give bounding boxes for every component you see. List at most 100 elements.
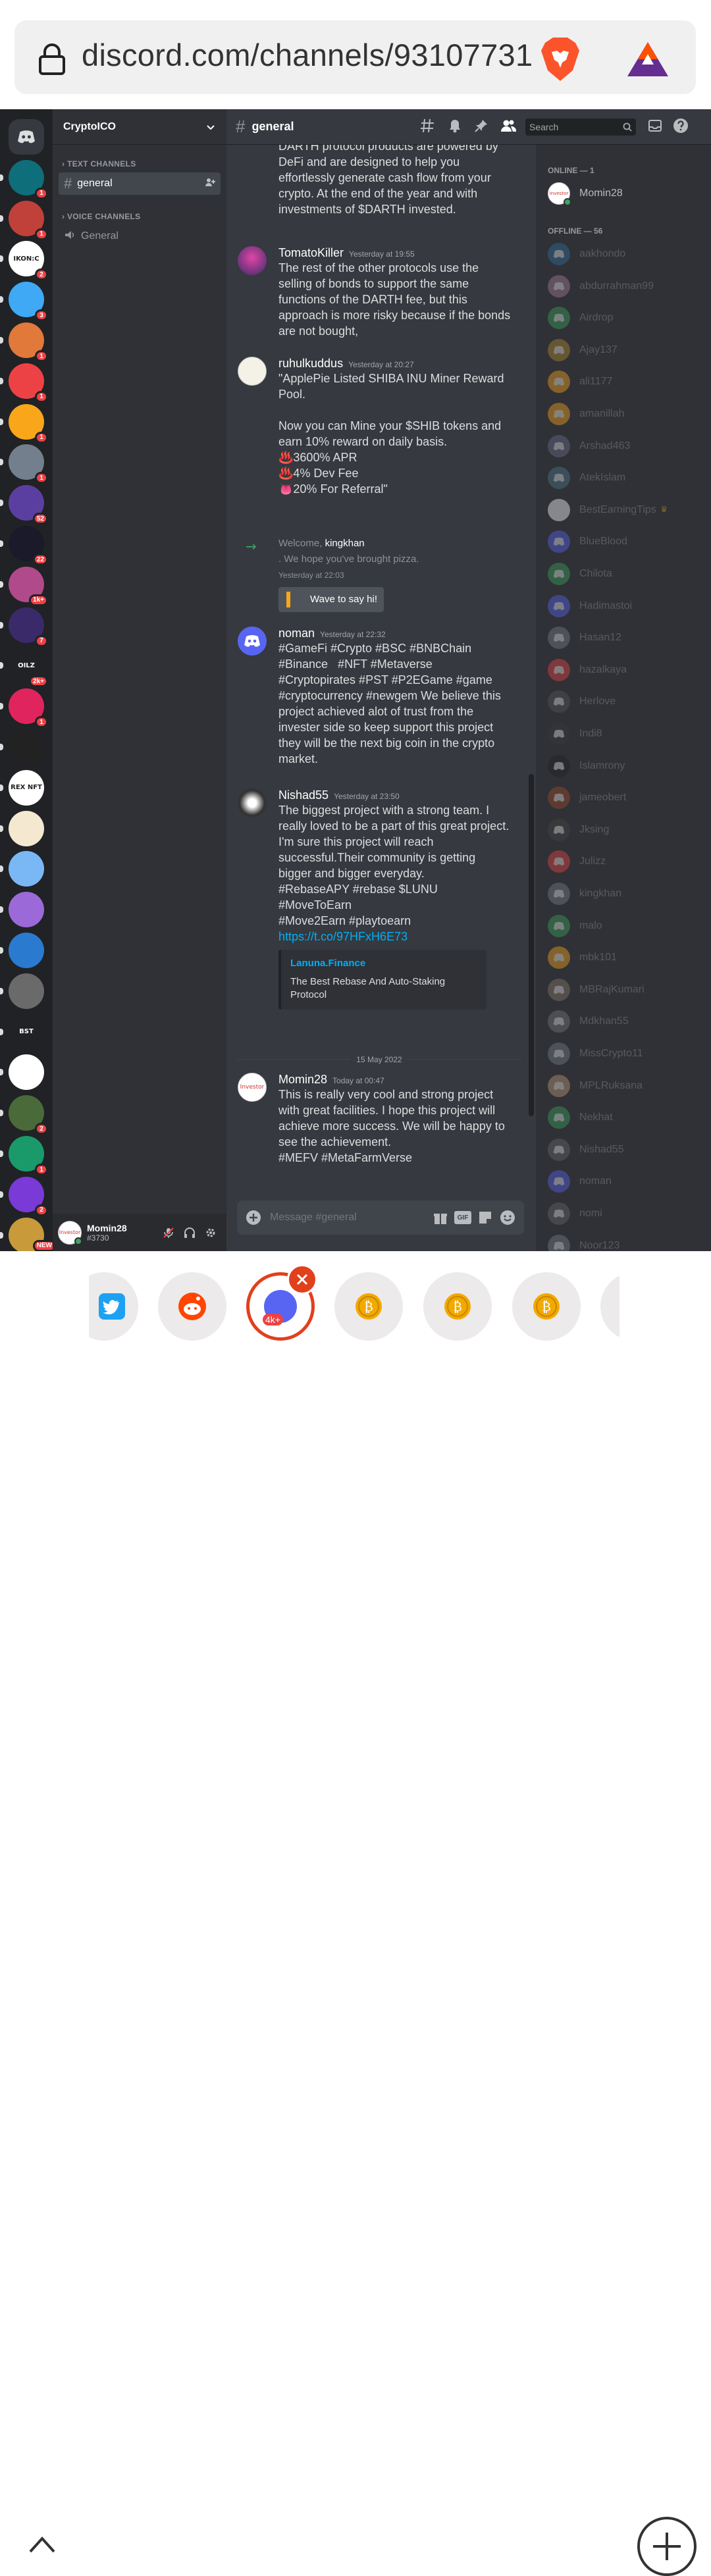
dragon-server[interactable]: 2 <box>9 1095 48 1135</box>
member-item[interactable]: Mdkhan55 <box>548 1008 629 1035</box>
sticker-icon[interactable] <box>477 1209 494 1226</box>
member-item[interactable]: aakhondo <box>548 241 625 267</box>
invite-icon[interactable] <box>205 177 215 191</box>
url-text[interactable]: discord.com/channels/93107731 <box>82 37 533 73</box>
member-item[interactable]: amanillah <box>548 401 624 427</box>
gray-discord-server[interactable]: 1 <box>9 444 48 484</box>
bell-icon[interactable] <box>448 118 462 136</box>
member-item[interactable]: malo <box>548 913 602 939</box>
member-item[interactable]: Chilota <box>548 561 612 587</box>
message-input[interactable] <box>270 1212 427 1224</box>
tab-twitter[interactable] <box>89 1272 138 1341</box>
message-author[interactable]: ruhulkuddus <box>278 357 343 370</box>
emoji-icon[interactable] <box>499 1209 516 1226</box>
member-item[interactable]: Herlove <box>548 688 616 715</box>
member-item[interactable]: Arshad463 <box>548 433 630 459</box>
close-tab-button[interactable] <box>287 1264 317 1295</box>
s-logo-server[interactable]: 1 <box>9 688 48 729</box>
member-item[interactable]: Noor123 <box>548 1233 619 1251</box>
bst-server[interactable]: BST <box>9 1014 44 1050</box>
member-item[interactable]: Julizz <box>548 848 606 875</box>
chevron-up-icon[interactable] <box>28 2535 57 2554</box>
embed-provider[interactable]: Lanuna.Finance <box>290 958 477 969</box>
alien-server[interactable]: 1 <box>9 159 48 199</box>
member-item[interactable]: jameobert <box>548 785 626 811</box>
pink-swirl-server[interactable]: 1k+ <box>9 566 48 606</box>
brave-lion-icon[interactable] <box>540 36 581 82</box>
avatar[interactable] <box>238 788 267 817</box>
tab-bitcoin-3[interactable]: ₿ <box>512 1272 581 1341</box>
member-item[interactable]: BlueBlood <box>548 528 627 555</box>
threads-icon[interactable] <box>420 118 436 136</box>
gear-icon[interactable] <box>200 1222 221 1243</box>
headphones-icon[interactable] <box>179 1222 200 1243</box>
member-item[interactable]: Islamrony <box>548 753 625 779</box>
member-item[interactable]: kingkhan <box>548 881 621 907</box>
guild-header[interactable]: CryptoICO <box>53 109 226 145</box>
game-server[interactable]: 7 <box>9 607 48 647</box>
new-server[interactable]: NEW <box>9 1217 56 1251</box>
member-item[interactable]: abdurrahman99 <box>548 273 654 299</box>
member-item[interactable]: Jksing <box>548 817 609 843</box>
message-author[interactable]: Nishad55 <box>278 788 329 802</box>
oilz-server[interactable]: OILZ 2k+ <box>9 648 48 688</box>
pin-icon[interactable] <box>474 118 488 136</box>
tab-partial[interactable] <box>600 1272 620 1341</box>
wave-button[interactable]: Wave to say hi! <box>278 587 384 612</box>
member-item[interactable]: nomi <box>548 1200 602 1227</box>
cloud-server[interactable] <box>9 851 44 887</box>
star-server[interactable]: 2 <box>9 1176 48 1216</box>
welcome-user[interactable]: kingkhan <box>325 538 365 549</box>
member-item[interactable]: Nishad55 <box>548 1137 624 1163</box>
new-tab-button[interactable] <box>637 2517 697 2576</box>
plus-circle-icon[interactable] <box>245 1209 262 1226</box>
tab-bitcoin-2[interactable]: ₿ <box>423 1272 492 1341</box>
dark-stripe-server[interactable]: 22 <box>9 526 48 565</box>
member-item[interactable]: ali1177 <box>548 369 612 395</box>
orange-discord-server[interactable]: 1 <box>9 403 48 444</box>
mosaic-server[interactable] <box>9 973 44 1009</box>
panda-server[interactable]: 1 <box>9 322 48 362</box>
message-link[interactable]: https://t.co/97HFxH6E73 <box>278 929 511 944</box>
member-item[interactable]: Airdrop <box>548 305 614 331</box>
rex-nft-server[interactable]: REX NFT <box>9 769 44 806</box>
message-author[interactable]: Momin28 <box>278 1073 327 1086</box>
avatar[interactable]: Investor <box>238 1073 267 1102</box>
member-item[interactable]: Investor Momin28 <box>548 180 623 207</box>
avatar[interactable]: Investor <box>58 1220 82 1245</box>
mute-icon[interactable] <box>158 1222 179 1243</box>
member-item[interactable]: Ajay137 <box>548 337 618 363</box>
purple-ring-server[interactable] <box>9 892 44 928</box>
member-item[interactable]: BestEarningTips ♛ <box>548 497 668 523</box>
member-item[interactable]: Hasan12 <box>548 625 621 651</box>
help-icon[interactable] <box>673 118 689 136</box>
category-voice-channels[interactable]: › VOICE CHANNELS <box>62 212 226 221</box>
tab-reddit[interactable] <box>158 1272 226 1341</box>
k-logo-server[interactable] <box>9 729 44 765</box>
message-author[interactable]: TomatoKiller <box>278 246 344 259</box>
gift-icon[interactable] <box>432 1209 449 1226</box>
bat-rewards-icon[interactable] <box>626 41 670 78</box>
avatar[interactable] <box>238 246 267 275</box>
gif-icon[interactable]: GIF <box>454 1209 471 1226</box>
search-box[interactable]: Search <box>525 118 636 136</box>
home[interactable] <box>9 119 44 155</box>
coin-server[interactable] <box>9 810 44 846</box>
member-item[interactable]: hazalkaya <box>548 657 627 683</box>
member-item[interactable]: noman <box>548 1168 612 1195</box>
inbox-icon[interactable] <box>648 118 662 136</box>
tab-bitcoin-1[interactable]: ₿ <box>334 1272 403 1341</box>
channel-general[interactable]: # general <box>59 172 221 195</box>
girl-server[interactable]: 1 <box>9 200 48 240</box>
earth-server[interactable] <box>9 933 44 968</box>
avatar[interactable] <box>238 627 267 656</box>
purple-crypto-server[interactable]: 52 <box>9 485 48 525</box>
voice-channel-general[interactable]: General <box>59 225 221 247</box>
members-icon[interactable] <box>500 118 517 136</box>
member-item[interactable]: mbk101 <box>548 944 617 971</box>
member-item[interactable]: MBRajKumari <box>548 977 645 1003</box>
member-item[interactable]: Hadimastoi <box>548 593 632 619</box>
blue-face-server[interactable]: 3 <box>9 282 48 322</box>
go-logo-server[interactable]: 1 <box>9 1136 48 1175</box>
member-item[interactable]: MPLRuksana <box>548 1073 643 1099</box>
